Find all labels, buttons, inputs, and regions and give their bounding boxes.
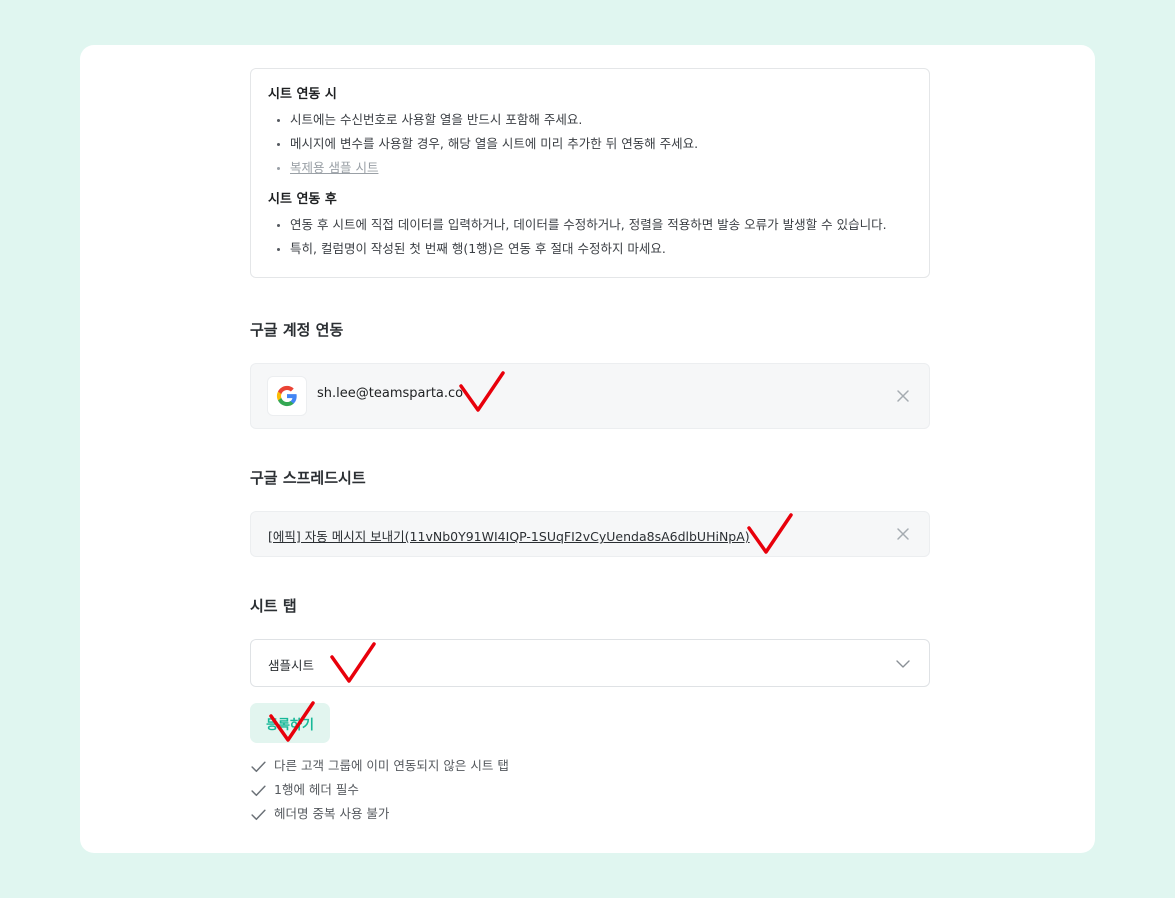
notice-item: 연동 후 시트에 직접 데이터를 입력하거나, 데이터를 수정하거나, 정렬을 … [268,213,913,237]
requirements-list: 다른 고객 그룹에 이미 연동되지 않은 시트 탭 1행에 헤더 필수 헤더명 … [250,754,930,826]
sheet-tab-select[interactable]: 샘플시트 [250,639,930,687]
notice-item: 메시지에 변수를 사용할 경우, 해당 열을 시트에 미리 추가한 뒤 연동해 … [268,132,913,156]
requirement-text: 1행에 헤더 필수 [274,782,359,797]
notice-item: 시트에는 수신번호로 사용할 열을 반드시 포함해 주세요. [268,108,913,132]
chevron-down-icon [896,660,910,668]
requirement-item: 헤더명 중복 사용 불가 [250,802,930,826]
requirement-text: 다른 고객 그룹에 이미 연동되지 않은 시트 탭 [274,758,509,773]
google-account-label: 구글 계정 연동 [250,321,344,339]
settings-card: 시트 연동 시 시트에는 수신번호로 사용할 열을 반드시 포함해 주세요. 메… [80,45,1095,853]
sheet-tab-selected: 샘플시트 [268,658,315,673]
check-icon [251,761,266,772]
sheet-tab-label: 시트 탭 [250,597,297,615]
notice-item: 복제용 샘플 시트 [268,156,913,180]
requirement-text: 헤더명 중복 사용 불가 [274,806,390,821]
sample-sheet-link[interactable]: 복제용 샘플 시트 [290,160,378,175]
spreadsheet-box: [에픽] 자동 메시지 보내기(11vNb0Y91WI4IQP-1SUqFI2v… [250,511,930,557]
notice-after-title: 시트 연동 후 [268,192,337,207]
spreadsheet-label: 구글 스프레드시트 [250,469,366,487]
spreadsheet-link[interactable]: [에픽] 자동 메시지 보내기(11vNb0Y91WI4IQP-1SUqFI2v… [268,526,750,545]
requirement-item: 다른 고객 그룹에 이미 연동되지 않은 시트 탭 [250,754,930,778]
sheet-integration-form: 시트 연동 시 시트에는 수신번호로 사용할 열을 반드시 포함해 주세요. 메… [250,68,930,826]
requirement-item: 1행에 헤더 필수 [250,778,930,802]
notice-box: 시트 연동 시 시트에는 수신번호로 사용할 열을 반드시 포함해 주세요. 메… [250,68,930,278]
close-icon[interactable] [895,388,911,404]
google-account-email: sh.lee@teamsparta.co [317,386,464,401]
google-account-box: sh.lee@teamsparta.co [250,363,930,429]
notice-item: 특히, 컬럼명이 작성된 첫 번째 행(1행)은 연동 후 절대 수정하지 마세… [268,237,913,261]
register-button[interactable]: 등록하기 [250,703,330,743]
close-icon[interactable] [895,526,911,542]
google-logo-icon [267,376,307,416]
check-icon [251,785,266,796]
check-icon [251,809,266,820]
notice-after-list: 연동 후 시트에 직접 데이터를 입력하거나, 데이터를 수정하거나, 정렬을 … [268,213,913,261]
notice-before-list: 시트에는 수신번호로 사용할 열을 반드시 포함해 주세요. 메시지에 변수를 … [268,108,913,180]
notice-before-title: 시트 연동 시 [268,87,337,102]
